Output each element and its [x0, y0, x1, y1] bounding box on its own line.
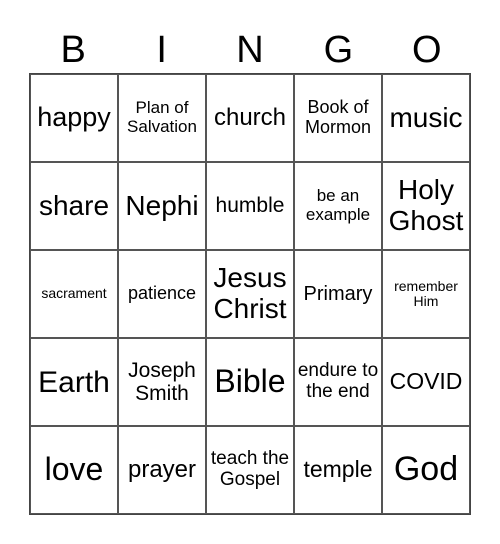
bingo-cell[interactable]: be an example	[294, 162, 382, 250]
bingo-cell[interactable]: music	[382, 74, 470, 162]
bingo-cell[interactable]: God	[382, 426, 470, 514]
bingo-cell[interactable]: humble	[206, 162, 294, 250]
bingo-cell[interactable]: Plan of Salvation	[118, 74, 206, 162]
bingo-grid: happy Plan of Salvation church Book of Morm…	[29, 73, 471, 515]
header-letter-n: N	[236, 29, 264, 71]
bingo-cell[interactable]: happy	[30, 74, 118, 162]
bingo-cell[interactable]: Book of Mormon	[294, 74, 382, 162]
bingo-cell[interactable]: COVID	[382, 338, 470, 426]
header-letter-b: B	[60, 29, 86, 71]
bingo-cell[interactable]: love	[30, 426, 118, 514]
bingo-cell[interactable]: teach the Gospel	[206, 426, 294, 514]
bingo-cell[interactable]: endure to the end	[294, 338, 382, 426]
bingo-header: B I N G O	[29, 26, 471, 74]
bingo-cell[interactable]: Nephi	[118, 162, 206, 250]
bingo-cell[interactable]: prayer	[118, 426, 206, 514]
bingo-cell[interactable]: share	[30, 162, 118, 250]
header-letter-g: G	[323, 29, 354, 71]
bingo-cell[interactable]: Jesus Christ	[206, 250, 294, 338]
bingo-cell[interactable]: Primary	[294, 250, 382, 338]
bingo-cell[interactable]: sacrament	[30, 250, 118, 338]
bingo-cell[interactable]: Earth	[30, 338, 118, 426]
bingo-cell[interactable]: remember Him	[382, 250, 470, 338]
bingo-cell[interactable]: Bible	[206, 338, 294, 426]
bingo-cell[interactable]: temple	[294, 426, 382, 514]
header-letter-o: O	[412, 29, 442, 71]
bingo-cell[interactable]: Holy Ghost	[382, 162, 470, 250]
bingo-cell[interactable]: church	[206, 74, 294, 162]
bingo-cell[interactable]: patience	[118, 250, 206, 338]
header-letter-i: I	[156, 29, 167, 71]
bingo-cell[interactable]: Joseph Smith	[118, 338, 206, 426]
